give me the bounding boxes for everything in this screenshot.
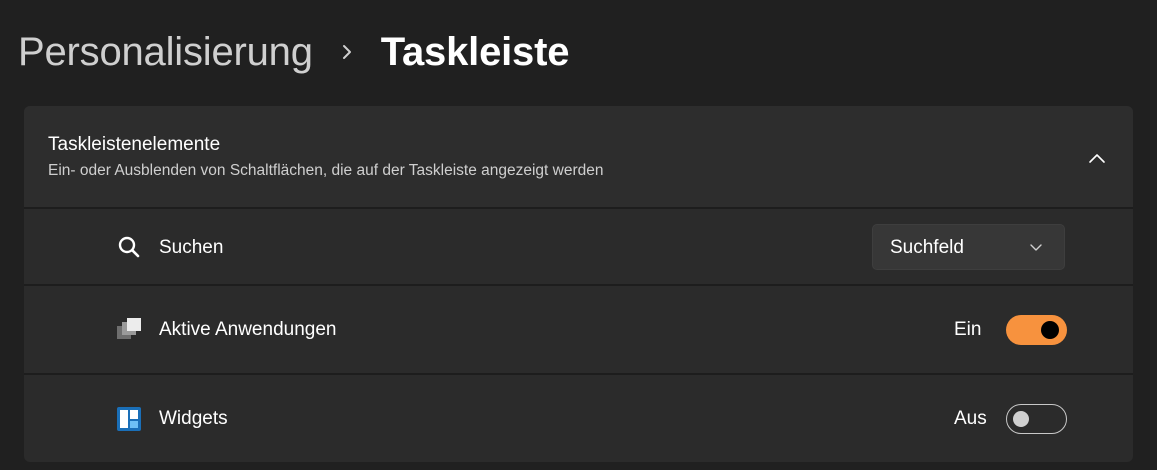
- setting-label: Suchen: [159, 237, 224, 258]
- task-view-toggle[interactable]: [1006, 315, 1067, 345]
- settings-page: Personalisierung Taskleiste Taskleistene…: [0, 0, 1157, 470]
- chevron-down-icon: [1030, 244, 1042, 251]
- section-description: Ein- oder Ausblenden von Schaltflächen, …: [48, 162, 604, 179]
- setting-label: Widgets: [159, 408, 228, 429]
- toggle-knob: [1041, 321, 1059, 339]
- breadcrumb-personalisierung[interactable]: Personalisierung: [18, 30, 313, 75]
- toggle-knob: [1013, 411, 1029, 427]
- widgets-toggle[interactable]: [1006, 404, 1067, 434]
- section-title: Taskleistenelemente: [48, 134, 221, 155]
- search-icon: [116, 234, 142, 260]
- chevron-right-icon: [313, 24, 381, 80]
- widgets-icon: [116, 406, 142, 432]
- breadcrumb: Personalisierung Taskleiste: [18, 24, 569, 80]
- collapse-button[interactable]: [1081, 144, 1113, 172]
- section-header[interactable]: Taskleistenelemente Ein- oder Ausblenden…: [24, 106, 1133, 207]
- toggle-state-text: Ein: [954, 319, 982, 340]
- chevron-up-icon: [1089, 154, 1105, 163]
- task-view-icon: [116, 317, 142, 343]
- search-mode-dropdown[interactable]: Suchfeld: [872, 224, 1065, 270]
- dropdown-value: Suchfeld: [890, 237, 964, 258]
- taskbar-items-card: Taskleistenelemente Ein- oder Ausblenden…: [24, 106, 1133, 462]
- setting-row-task-view: Aktive Anwendungen Ein: [24, 286, 1133, 373]
- toggle-state-text: Aus: [954, 408, 987, 429]
- page-title: Taskleiste: [380, 29, 570, 74]
- setting-label: Aktive Anwendungen: [159, 319, 337, 340]
- setting-row-search: Suchen Suchfeld: [24, 209, 1133, 285]
- setting-row-widgets: Widgets Aus: [24, 375, 1133, 462]
